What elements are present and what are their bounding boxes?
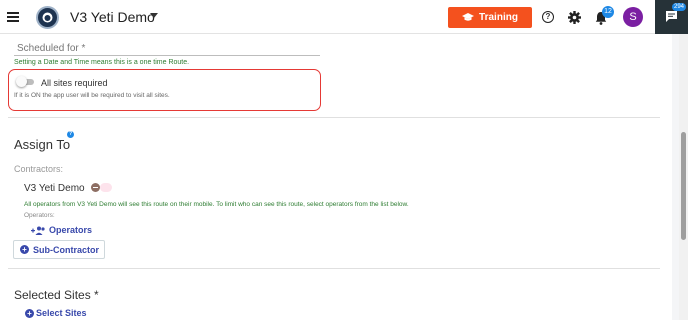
training-button[interactable]: Training [448,7,532,28]
remove-contractor-icon[interactable] [91,183,100,192]
operators-notice: All operators from V3 Yeti Demo will see… [24,201,409,208]
app-title[interactable]: V3 Yeti Demo [70,9,155,25]
chevron-down-icon[interactable] [150,13,158,18]
section-divider [8,268,660,269]
avatar[interactable]: S [623,7,643,27]
app-logo [36,6,59,29]
plus-circle-icon: + [25,308,34,318]
all-sites-label: All sites required [41,78,108,88]
help-icon[interactable]: ? [542,11,554,23]
menu-icon[interactable] [7,12,19,22]
all-sites-help: If it is ON the app user will be require… [14,92,170,99]
add-users-icon [31,226,45,235]
scheduled-for-help: Setting a Date and Time means this is a … [14,59,190,66]
training-label: Training [479,12,518,23]
all-sites-toggle-knob[interactable] [16,76,27,87]
contractors-label: Contractors: [14,164,64,174]
scrollbar-thumb[interactable] [681,132,686,240]
operators-button[interactable]: Operators [31,225,92,235]
selected-sites-title: Selected Sites * [14,288,99,302]
scheduled-for-field[interactable]: Scheduled for * [17,43,85,54]
contractor-name: V3 Yeti Demo [24,183,85,194]
chat-badge: 294 [672,3,687,11]
info-icon[interactable]: ? [67,131,74,138]
assign-to-title: Assign To [14,137,71,152]
subcontractor-label: Sub-Contractor [33,244,99,255]
plus-circle-icon: + [20,245,29,254]
scheduled-for-underline [14,55,320,56]
select-sites-label: Select Sites [36,308,87,318]
section-divider [8,117,660,118]
graduation-cap-icon [462,13,475,21]
contractor-tag [100,183,112,192]
notification-badge: 12 [602,6,614,18]
all-sites-highlight [8,69,321,111]
top-bar: V3 Yeti Demo Training ? 12 S 294 [0,0,688,34]
select-sites-button[interactable]: + Select Sites [25,308,87,318]
add-subcontractor-button[interactable]: + Sub-Contractor [13,240,105,259]
gear-icon[interactable] [568,11,581,24]
chat-icon [666,11,677,22]
operators-button-label: Operators [49,225,93,235]
operators-label: Operators: [24,212,55,219]
